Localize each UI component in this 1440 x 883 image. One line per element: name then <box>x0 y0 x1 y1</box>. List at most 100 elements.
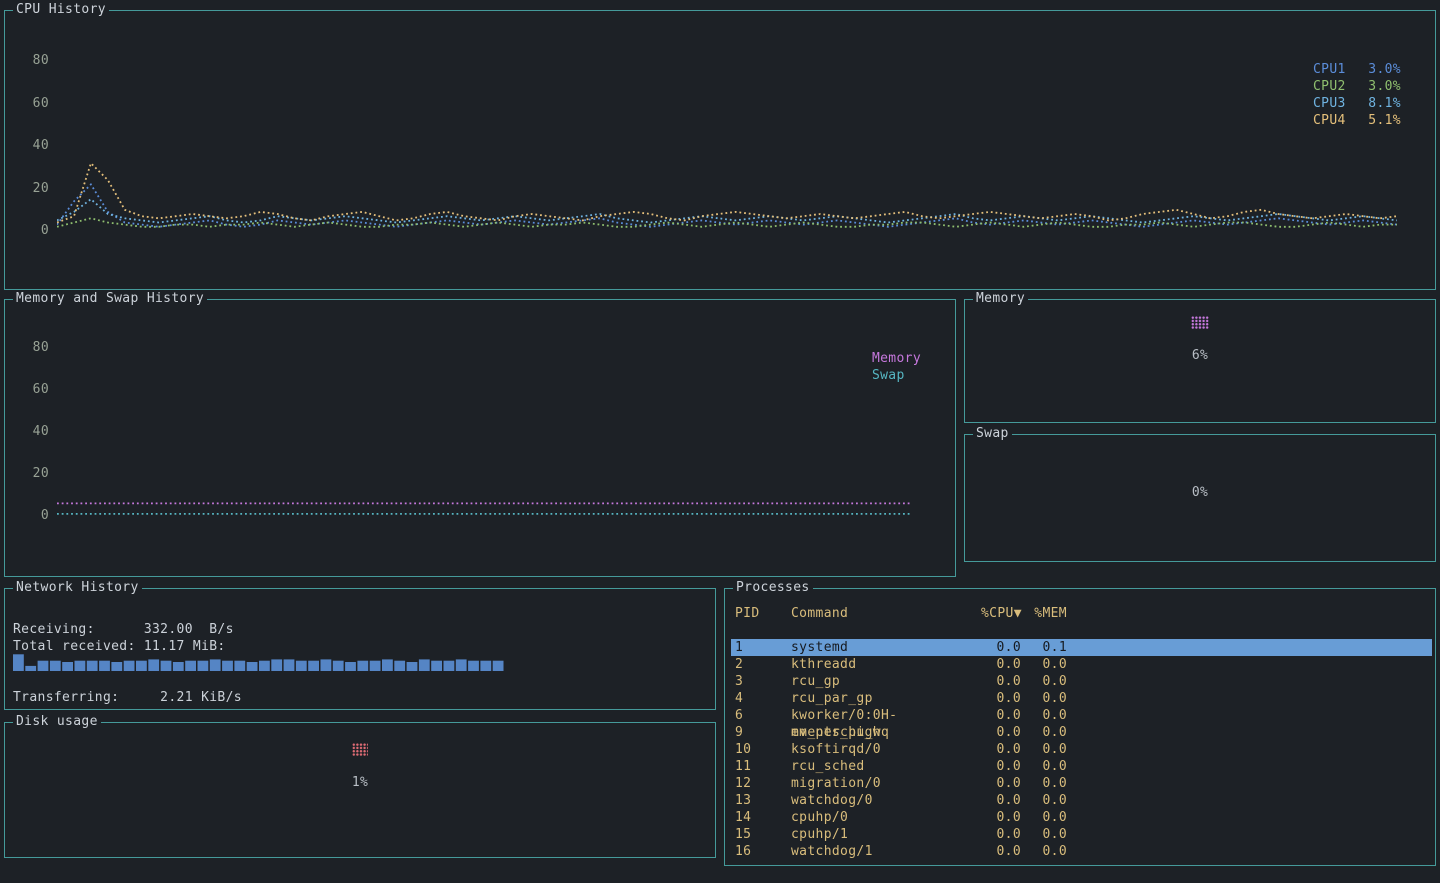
process-pid: 4 <box>735 690 791 707</box>
memory-usage-panel: Memory 6% <box>964 299 1436 423</box>
memswap-y-axis: 806040200 <box>19 334 49 524</box>
process-pid: 9 <box>735 724 791 741</box>
column-header-cpu[interactable]: %CPU▼ <box>981 605 1021 622</box>
y-axis-label: 40 <box>33 424 49 440</box>
y-axis-label: 60 <box>33 382 49 398</box>
process-row[interactable]: 12migration/00.00.0 <box>731 775 1432 792</box>
process-pid: 1 <box>735 639 791 656</box>
legend-name: CPU2 <box>1313 78 1346 95</box>
legend-name: CPU1 <box>1313 61 1346 78</box>
legend-value: 5.1% <box>1368 112 1401 129</box>
cpu-legend: CPU1 3.0% CPU2 3.0% CPU3 8.1% CPU4 5.1% <box>1313 61 1401 129</box>
disk-usage-title: Disk usage <box>13 714 101 730</box>
process-command: cpuhp/1 <box>791 826 981 843</box>
process-command: systemd <box>791 639 981 656</box>
process-row[interactable]: 11rcu_sched0.00.0 <box>731 758 1432 775</box>
process-row[interactable]: 16watchdog/10.00.0 <box>731 843 1432 860</box>
y-axis-label: 40 <box>33 138 49 154</box>
legend-value: 3.0% <box>1368 61 1401 78</box>
process-cpu: 0.0 <box>981 809 1021 826</box>
legend-value: 3.0% <box>1368 78 1401 95</box>
process-command: rcu_par_gp <box>791 690 981 707</box>
process-mem: 0.0 <box>1021 741 1067 758</box>
process-command: rcu_gp <box>791 673 981 690</box>
process-pid: 13 <box>735 792 791 809</box>
process-command: mm_percpu_wq <box>791 724 981 741</box>
memory-swap-history-chart <box>57 334 937 524</box>
process-mem: 0.0 <box>1021 809 1067 826</box>
process-row[interactable]: 9mm_percpu_wq0.00.0 <box>731 724 1432 741</box>
process-header: PIDCommand%CPU▼%MEM <box>731 605 1432 622</box>
cpu-history-chart <box>57 47 1397 239</box>
process-command: rcu_sched <box>791 758 981 775</box>
y-axis-label: 0 <box>41 223 49 239</box>
process-cpu: 0.0 <box>981 724 1021 741</box>
process-cpu: 0.0 <box>981 741 1021 758</box>
process-pid: 16 <box>735 843 791 860</box>
process-row[interactable]: 15cpuhp/10.00.0 <box>731 826 1432 843</box>
process-command: kthreadd <box>791 656 981 673</box>
process-row[interactable]: 1systemd0.00.1 <box>731 639 1432 656</box>
processes-title: Processes <box>733 580 813 596</box>
process-pid: 14 <box>735 809 791 826</box>
process-mem: 0.0 <box>1021 656 1067 673</box>
process-command: watchdog/0 <box>791 792 981 809</box>
y-axis-label: 0 <box>41 508 49 524</box>
legend-item: Swap <box>872 367 921 384</box>
column-header-mem[interactable]: %MEM <box>1021 605 1067 622</box>
process-mem: 0.0 <box>1021 690 1067 707</box>
process-pid: 15 <box>735 826 791 843</box>
process-mem: 0.0 <box>1021 826 1067 843</box>
legend-name: CPU3 <box>1313 95 1346 112</box>
legend-item: CPU3 8.1% <box>1313 95 1401 112</box>
column-header-command[interactable]: Command <box>791 605 981 622</box>
legend-value: 8.1% <box>1368 95 1401 112</box>
process-command: ksoftirqd/0 <box>791 741 981 758</box>
disk-usage-panel: Disk usage 1% <box>4 722 716 858</box>
process-row[interactable]: 6kworker/0:0H-events_high0.00.0 <box>731 707 1432 724</box>
memory-swap-history-title: Memory and Swap History <box>13 291 207 307</box>
memory-usage-percent: 6% <box>965 348 1435 364</box>
network-history-panel: Network History Receiving: 332.00 B/s To… <box>4 588 716 710</box>
legend-item: CPU4 5.1% <box>1313 112 1401 129</box>
process-cpu: 0.0 <box>981 639 1021 656</box>
process-cpu: 0.0 <box>981 792 1021 809</box>
process-row[interactable]: 3rcu_gp0.00.0 <box>731 673 1432 690</box>
legend-name: Swap <box>872 367 905 384</box>
process-row[interactable]: 10ksoftirqd/00.00.0 <box>731 741 1432 758</box>
processes-panel: Processes PIDCommand%CPU▼%MEM 1systemd0.… <box>724 588 1436 866</box>
cpu-history-title: CPU History <box>13 2 109 18</box>
cpu-y-axis: 806040200 <box>19 47 49 239</box>
process-command: cpuhp/0 <box>791 809 981 826</box>
memory-usage-dots <box>1191 316 1209 329</box>
process-mem: 0.1 <box>1021 639 1067 656</box>
system-monitor-screen: { "cpu_panel": { "title": "CPU History",… <box>0 0 1440 883</box>
cpu-history-panel: CPU History 806040200 CPU13.0%CPU23.0%CP… <box>4 10 1436 290</box>
process-cpu: 0.0 <box>981 673 1021 690</box>
disk-usage-dots <box>352 743 368 756</box>
process-row[interactable]: 4rcu_par_gp0.00.0 <box>731 690 1432 707</box>
y-axis-label: 80 <box>33 53 49 69</box>
y-axis-label: 60 <box>33 96 49 112</box>
swap-usage-percent: 0% <box>965 485 1435 501</box>
y-axis-label: 80 <box>33 340 49 356</box>
process-row[interactable]: 14cpuhp/00.00.0 <box>731 809 1432 826</box>
legend-name: Memory <box>872 350 921 367</box>
process-cpu: 0.0 <box>981 826 1021 843</box>
process-rows: 1systemd0.00.12kthreadd0.00.03rcu_gp0.00… <box>731 639 1432 860</box>
process-table: PIDCommand%CPU▼%MEM 1systemd0.00.12kthre… <box>731 605 1432 860</box>
disk-usage-percent: 1% <box>5 775 715 791</box>
process-row[interactable]: 13watchdog/00.00.0 <box>731 792 1432 809</box>
process-mem: 0.0 <box>1021 775 1067 792</box>
legend-item: CPU1 3.0% <box>1313 61 1401 78</box>
process-command: watchdog/1 <box>791 843 981 860</box>
process-cpu: 0.0 <box>981 690 1021 707</box>
process-mem: 0.0 <box>1021 843 1067 860</box>
network-receiving-line: Receiving: 332.00 B/s <box>13 621 234 638</box>
legend-name: CPU4 <box>1313 112 1346 129</box>
process-row[interactable]: 2kthreadd0.00.0 <box>731 656 1432 673</box>
process-pid: 3 <box>735 673 791 690</box>
process-mem: 0.0 <box>1021 758 1067 775</box>
column-header-pid[interactable]: PID <box>735 605 791 622</box>
process-mem: 0.0 <box>1021 792 1067 809</box>
